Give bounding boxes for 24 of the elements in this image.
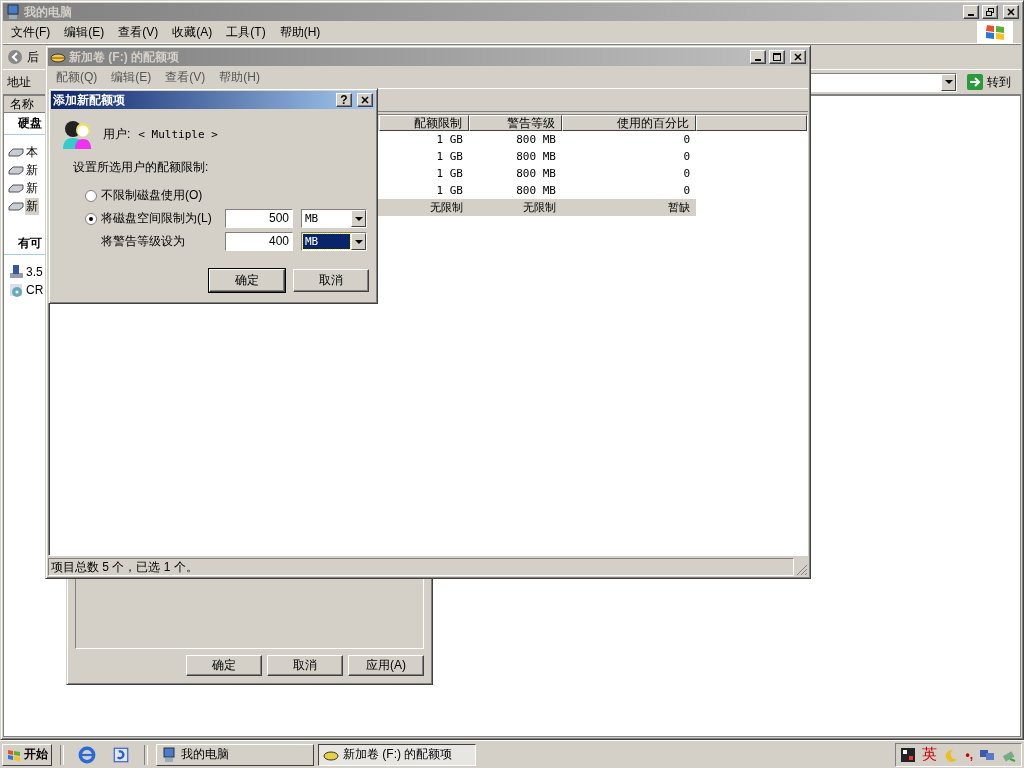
- status-bar: 项目总数 5 个，已选 1 个。: [48, 558, 794, 576]
- table-cell-text: 800 MB: [515, 133, 557, 146]
- window-title: 新加卷 (F:) 的配额项: [69, 48, 179, 66]
- table-cell-text: 1 GB: [435, 167, 464, 180]
- user-label: 用户:: [103, 125, 131, 143]
- table-cell-text: 800 MB: [515, 150, 557, 163]
- table-cell-text: 暂缺: [667, 200, 691, 215]
- table-cell-text: 0: [682, 133, 691, 146]
- dialog-title: 添加新配额项: [53, 91, 125, 109]
- table-cell-text: 无限制: [429, 200, 464, 215]
- table-cell-text: 1 GB: [435, 150, 464, 163]
- user-value: < Multiple >: [138, 127, 218, 141]
- table-cell-text: 无限制: [522, 200, 557, 215]
- table-cell-text: 0: [682, 150, 691, 163]
- address-label: 地址: [7, 73, 31, 91]
- table-cell-text: 1 GB: [435, 133, 464, 146]
- table-cell-text: 0: [682, 184, 691, 197]
- table-cell-text: 0: [682, 167, 691, 180]
- warning-label: 将警告等级设为: [100, 233, 186, 250]
- table-cell-text: 800 MB: [515, 167, 557, 180]
- prompt-text: 设置所选用户的配额限制:: [73, 159, 210, 176]
- table-cell-text: 800 MB: [515, 184, 557, 197]
- window-title: 我的电脑: [24, 3, 72, 21]
- table-cell-text: 1 GB: [435, 184, 464, 197]
